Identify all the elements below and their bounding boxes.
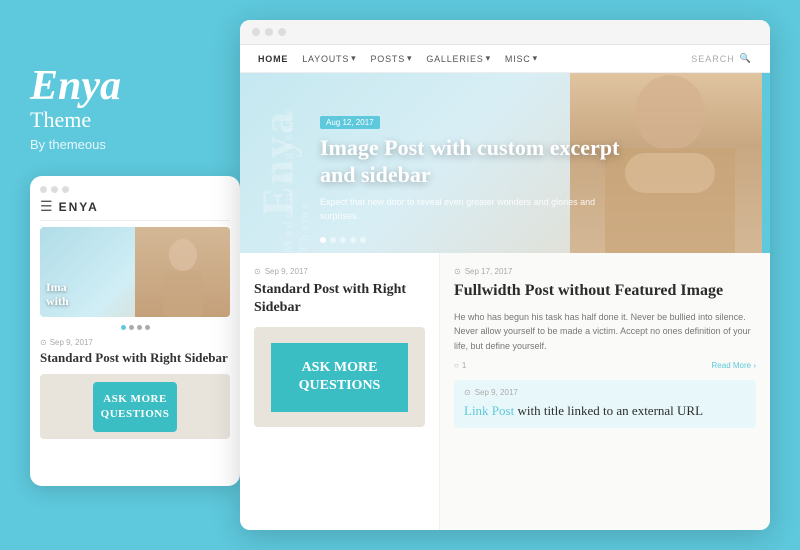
pg-dot-4	[350, 237, 356, 243]
chevron-icon: ▾	[407, 53, 412, 64]
desktop-mockup: HOME LAYOUTS ▾ POSTS ▾ GALLERIES ▾ MISC …	[240, 20, 770, 530]
mobile-post-title: Standard Post with Right Sidebar	[40, 350, 230, 367]
read-more-link[interactable]: Read More ›	[712, 361, 756, 370]
mobile-post-date: ⊙ Sep 9, 2017	[40, 338, 230, 347]
chevron-icon: ▾	[486, 53, 491, 64]
post-left-date: ⊙ Sep 9, 2017	[254, 267, 425, 276]
person-silhouette	[153, 237, 213, 317]
link-post-suffix: with title linked to an external URL	[517, 403, 703, 418]
search-icon: 🔍	[740, 53, 752, 64]
mobile-post-image: ASK MORE QUESTIONS	[40, 374, 230, 439]
date-icon: ⊙	[40, 338, 47, 347]
hero-date-tag: Aug 12, 2017	[320, 116, 380, 129]
hero-blue-bar	[762, 73, 770, 253]
brand-subtitle: Theme	[30, 107, 240, 133]
chevron-icon: ▾	[351, 53, 356, 64]
hero-main-title: Image Post with custom excerpt and sideb…	[320, 135, 640, 188]
mobile-dot-2	[51, 186, 58, 193]
mobile-hero: Jul 6, 2017 Ima with	[40, 227, 230, 317]
link-post-label: Link Post	[464, 403, 514, 418]
carousel-dot-2	[129, 325, 134, 330]
pg-dot-2	[330, 237, 336, 243]
carousel-dot-3	[137, 325, 142, 330]
hero-vertical-text-magazine: Modern Magazine Theme	[280, 83, 312, 253]
hero-pagination	[320, 237, 366, 243]
desktop-nav: HOME LAYOUTS ▾ POSTS ▾ GALLERIES ▾ MISC …	[240, 45, 770, 73]
nav-galleries[interactable]: GALLERIES ▾	[426, 53, 491, 64]
mobile-nav: ☰ ENYA	[40, 199, 230, 221]
desktop-posts-grid: ⊙ Sep 9, 2017 Standard Post with Right S…	[240, 253, 770, 530]
date-icon: ⊙	[464, 388, 471, 397]
nav-home[interactable]: HOME	[258, 54, 288, 64]
mobile-top-bar	[40, 186, 230, 193]
mobile-dot-1	[40, 186, 47, 193]
desktop-content: HOME LAYOUTS ▾ POSTS ▾ GALLERIES ▾ MISC …	[240, 45, 770, 530]
desktop-hero: Enya Modern Magazine Theme Aug 12, 2017 …	[240, 73, 770, 253]
post-right-date: ⊙ Sep 17, 2017	[454, 267, 756, 276]
pg-dot-3	[340, 237, 346, 243]
nav-misc[interactable]: MISC ▾	[505, 53, 538, 64]
post-left-title: Standard Post with Right Sidebar	[254, 281, 425, 317]
nav-layouts[interactable]: LAYOUTS ▾	[302, 53, 356, 64]
mobile-carousel-dots	[40, 325, 230, 330]
desktop-dot-3	[278, 28, 286, 36]
carousel-dot-1	[121, 325, 126, 330]
post-right-body: He who has begun his task has half done …	[454, 310, 756, 353]
hero-excerpt: Expect that new door to reveal even grea…	[320, 196, 620, 223]
pg-dot-1	[320, 237, 326, 243]
comment-icon: ○	[454, 361, 459, 370]
link-post-container: ⊙ Sep 9, 2017 Link Post with title linke…	[454, 380, 756, 428]
post-left-image: ASK MORE QUESTIONS	[254, 327, 425, 427]
comment-count: ○ 1 Read More ›	[454, 361, 756, 370]
pg-dot-5	[360, 237, 366, 243]
brand-by: By themeous	[30, 137, 240, 152]
link-post-date: ⊙ Sep 9, 2017	[464, 388, 746, 397]
chevron-icon: ▾	[533, 53, 538, 64]
mobile-nav-brand: ENYA	[59, 200, 99, 214]
link-post-title: Link Post with title linked to an extern…	[464, 402, 746, 420]
nav-posts[interactable]: POSTS ▾	[370, 53, 412, 64]
hamburger-icon: ☰	[40, 199, 53, 216]
hero-text-overlay: Aug 12, 2017 Image Post with custom exce…	[320, 112, 640, 223]
post-right: ⊙ Sep 17, 2017 Fullwidth Post without Fe…	[440, 253, 770, 530]
mobile-hero-person	[135, 227, 230, 317]
date-icon: ⊙	[254, 267, 261, 276]
post-right-title: Fullwidth Post without Featured Image	[454, 281, 756, 302]
nav-search-area[interactable]: SEARCH 🔍	[691, 53, 752, 64]
post-left: ⊙ Sep 9, 2017 Standard Post with Right S…	[240, 253, 440, 530]
date-icon: ⊙	[454, 267, 461, 276]
desktop-top-bar	[240, 20, 770, 45]
brand-name: Enya	[30, 65, 240, 107]
nav-links: HOME LAYOUTS ▾ POSTS ▾ GALLERIES ▾ MISC …	[258, 53, 538, 64]
desktop-dot-2	[265, 28, 273, 36]
desktop-dot-1	[252, 28, 260, 36]
mobile-dot-3	[62, 186, 69, 193]
ask-more-desktop: ASK MORE QUESTIONS	[271, 343, 408, 411]
mobile-ask-more: ASK MORE QUESTIONS	[93, 382, 178, 433]
mobile-hero-image	[135, 227, 230, 317]
mobile-mockup: ☰ ENYA Jul 6, 2017 Ima with	[30, 176, 240, 486]
left-panel: Enya Theme By themeous ☰ ENYA Jul 6, 201…	[30, 65, 240, 486]
carousel-dot-4	[145, 325, 150, 330]
